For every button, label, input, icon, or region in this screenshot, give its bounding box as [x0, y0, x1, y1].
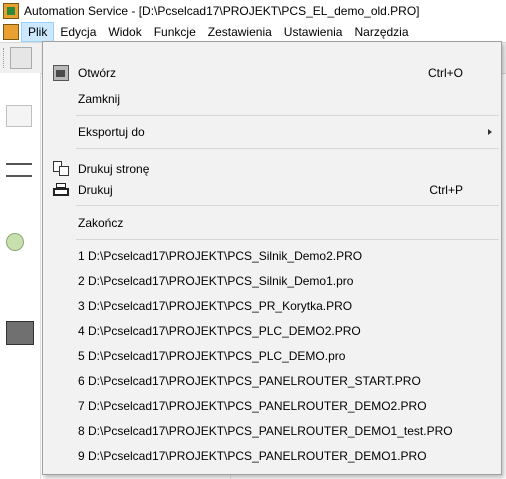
recent-file-item[interactable]: 8 D:\Pcselcad17\PROJEKT\PCS_PANELROUTER_… — [43, 420, 501, 442]
menu-item-print-page[interactable]: Drukuj stronę — [43, 158, 501, 180]
title-bar: Automation Service - [D:\Pcselcad17\PROJ… — [0, 0, 506, 22]
menu-item-close[interactable]: Zamknij — [43, 88, 501, 110]
recent-file-item[interactable]: 6 D:\Pcselcad17\PROJEKT\PCS_PANELROUTER_… — [43, 370, 501, 392]
menu-item-export[interactable]: Eksportuj do — [43, 121, 501, 143]
recent-file-label: 3 D:\Pcselcad17\PROJEKT\PCS_PR_Korytka.P… — [78, 299, 353, 313]
menu-funkcje[interactable]: Funkcje — [148, 22, 202, 42]
open-folder-icon — [53, 65, 69, 81]
menu-item-open[interactable]: Otwórz Ctrl+O — [43, 62, 501, 84]
menu-item-label: Otwórz — [78, 66, 117, 80]
circle-tool-icon[interactable] — [6, 233, 24, 251]
recent-file-item[interactable]: 9 D:\Pcselcad17\PROJEKT\PCS_PANELROUTER_… — [43, 445, 501, 467]
window-title: Automation Service - [D:\Pcselcad17\PROJ… — [24, 4, 420, 18]
recent-file-item[interactable]: 4 D:\Pcselcad17\PROJEKT\PCS_PLC_DEMO2.PR… — [43, 320, 501, 342]
shortcut-label: Ctrl+O — [427, 66, 463, 80]
recent-file-label: 9 D:\Pcselcad17\PROJEKT\PCS_PANELROUTER_… — [78, 449, 427, 463]
recent-file-label: 7 D:\Pcselcad17\PROJEKT\PCS_PANELROUTER_… — [78, 399, 427, 413]
printer-icon — [53, 182, 69, 198]
menu-item-print[interactable]: Drukuj Ctrl+P — [43, 179, 501, 201]
recent-file-item[interactable]: 2 D:\Pcselcad17\PROJEKT\PCS_Silnik_Demo1… — [43, 270, 501, 292]
print-page-icon — [53, 161, 69, 177]
menu-plik[interactable]: Plik — [21, 22, 55, 42]
menu-separator — [76, 148, 499, 149]
recent-file-label: 2 D:\Pcselcad17\PROJEKT\PCS_Silnik_Demo1… — [78, 274, 354, 288]
image-tool-icon[interactable] — [6, 321, 34, 345]
menu-edycja[interactable]: Edycja — [54, 22, 102, 42]
document-icon[interactable] — [3, 24, 19, 40]
recent-file-item[interactable]: 5 D:\Pcselcad17\PROJEKT\PCS_PLC_DEMO.pro — [43, 345, 501, 367]
shortcut-label: Ctrl+P — [429, 183, 463, 197]
menu-item-label: Eksportuj do — [78, 125, 145, 139]
menu-narzedzia[interactable]: Narzędzia — [348, 22, 414, 42]
menu-item-label: Zamknij — [78, 92, 121, 106]
select-tool-icon[interactable] — [6, 105, 32, 127]
file-menu-dropdown: Otwórz Ctrl+O Zamknij Eksportuj do Druku… — [42, 41, 502, 475]
recent-file-item[interactable]: 7 D:\Pcselcad17\PROJEKT\PCS_PANELROUTER_… — [43, 395, 501, 417]
recent-file-label: 4 D:\Pcselcad17\PROJEKT\PCS_PLC_DEMO2.PR… — [78, 324, 361, 338]
menu-item-label: Zakończ — [78, 216, 124, 230]
toolbar-grip[interactable] — [3, 48, 7, 68]
menu-ustawienia[interactable]: Ustawienia — [278, 22, 349, 42]
recent-file-item[interactable]: 1 D:\Pcselcad17\PROJEKT\PCS_Silnik_Demo2… — [43, 245, 501, 267]
hand-tool-icon[interactable] — [6, 273, 32, 295]
recent-file-label: 1 D:\Pcselcad17\PROJEKT\PCS_Silnik_Demo2… — [78, 249, 363, 263]
lines-tool-icon[interactable] — [6, 163, 32, 177]
tool-sidebar — [0, 73, 41, 479]
recent-file-label: 8 D:\Pcselcad17\PROJEKT\PCS_PANELROUTER_… — [78, 424, 453, 438]
app-icon[interactable] — [3, 3, 19, 19]
toolbar-button[interactable] — [10, 47, 32, 69]
menu-widok[interactable]: Widok — [102, 22, 147, 42]
menu-separator — [76, 239, 499, 240]
menu-item-exit[interactable]: Zakończ — [43, 212, 501, 234]
menu-zestawienia[interactable]: Zestawienia — [202, 22, 278, 42]
menu-item-label: Drukuj stronę — [78, 162, 150, 176]
recent-file-item[interactable]: 3 D:\Pcselcad17\PROJEKT\PCS_PR_Korytka.P… — [43, 295, 501, 317]
recent-file-label: 5 D:\Pcselcad17\PROJEKT\PCS_PLC_DEMO.pro — [78, 349, 346, 363]
menu-separator — [76, 205, 499, 206]
menu-bar: Plik Edycja Widok Funkcje Zestawienia Us… — [0, 22, 506, 42]
recent-file-label: 6 D:\Pcselcad17\PROJEKT\PCS_PANELROUTER_… — [78, 374, 421, 388]
submenu-arrow-icon — [488, 129, 492, 135]
menu-separator — [76, 115, 499, 116]
menu-item-label: Drukuj — [78, 183, 113, 197]
